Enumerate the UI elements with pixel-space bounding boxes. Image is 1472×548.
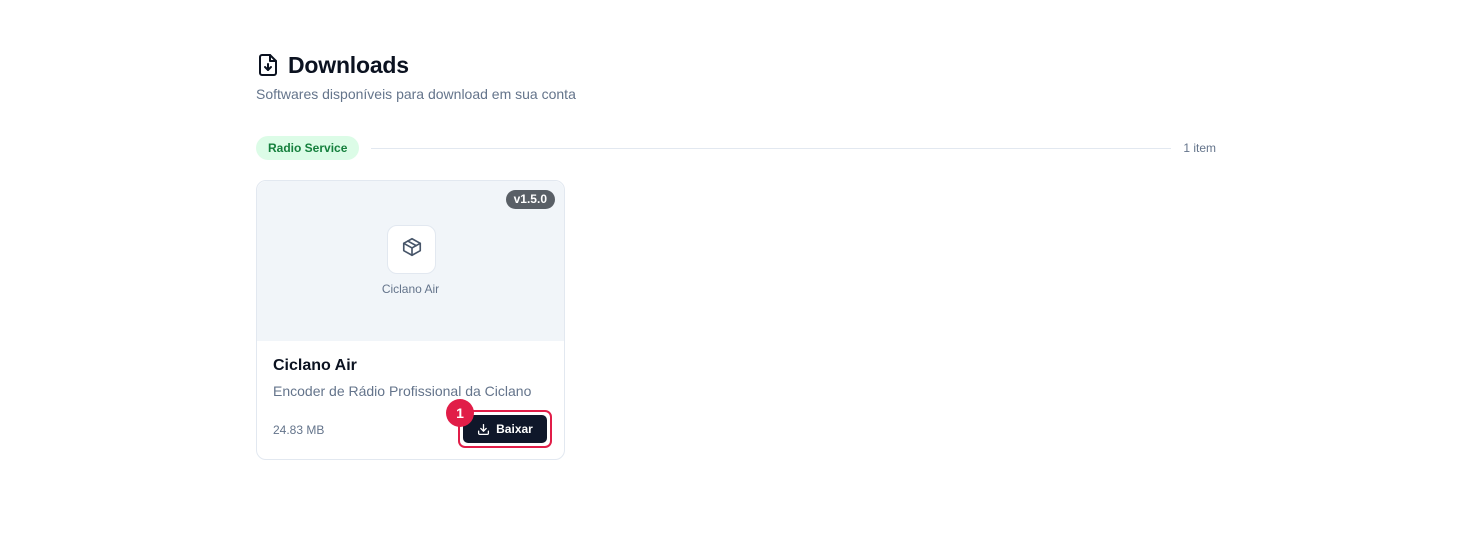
page-header: Downloads Softwares disponíveis para dow… <box>256 50 576 103</box>
group-item-count: 1 item <box>1183 141 1216 155</box>
card-description: Encoder de Rádio Profissional da Ciclano <box>273 383 532 399</box>
card-title: Ciclano Air <box>273 357 357 374</box>
group-badge: Radio Service <box>256 136 360 160</box>
downloads-page: Downloads Softwares disponíveis para dow… <box>0 0 1472 548</box>
step-marker: 1 <box>446 399 474 427</box>
file-download-icon <box>256 53 280 77</box>
download-button[interactable]: Baixar <box>463 415 547 443</box>
package-icon <box>401 236 423 263</box>
package-icon-tile <box>387 225 436 274</box>
page-title: Downloads <box>288 51 409 78</box>
download-card: v1.5.0 Ciclano Air Ciclano Air Encoder d… <box>256 180 565 460</box>
download-button-label: Baixar <box>496 422 533 436</box>
media-label: Ciclano Air <box>381 282 440 296</box>
title-row: Downloads <box>256 50 576 80</box>
version-badge: v1.5.0 <box>505 190 555 209</box>
group-header: Radio Service 1 item <box>256 136 1216 160</box>
card-media: v1.5.0 Ciclano Air <box>257 181 564 341</box>
file-size: 24.83 MB <box>273 423 325 437</box>
download-icon <box>477 423 490 436</box>
group-divider <box>371 147 1172 149</box>
card-body: Ciclano Air Encoder de Rádio Profissiona… <box>257 341 564 399</box>
page-subtitle: Softwares disponíveis para download em s… <box>256 86 576 102</box>
